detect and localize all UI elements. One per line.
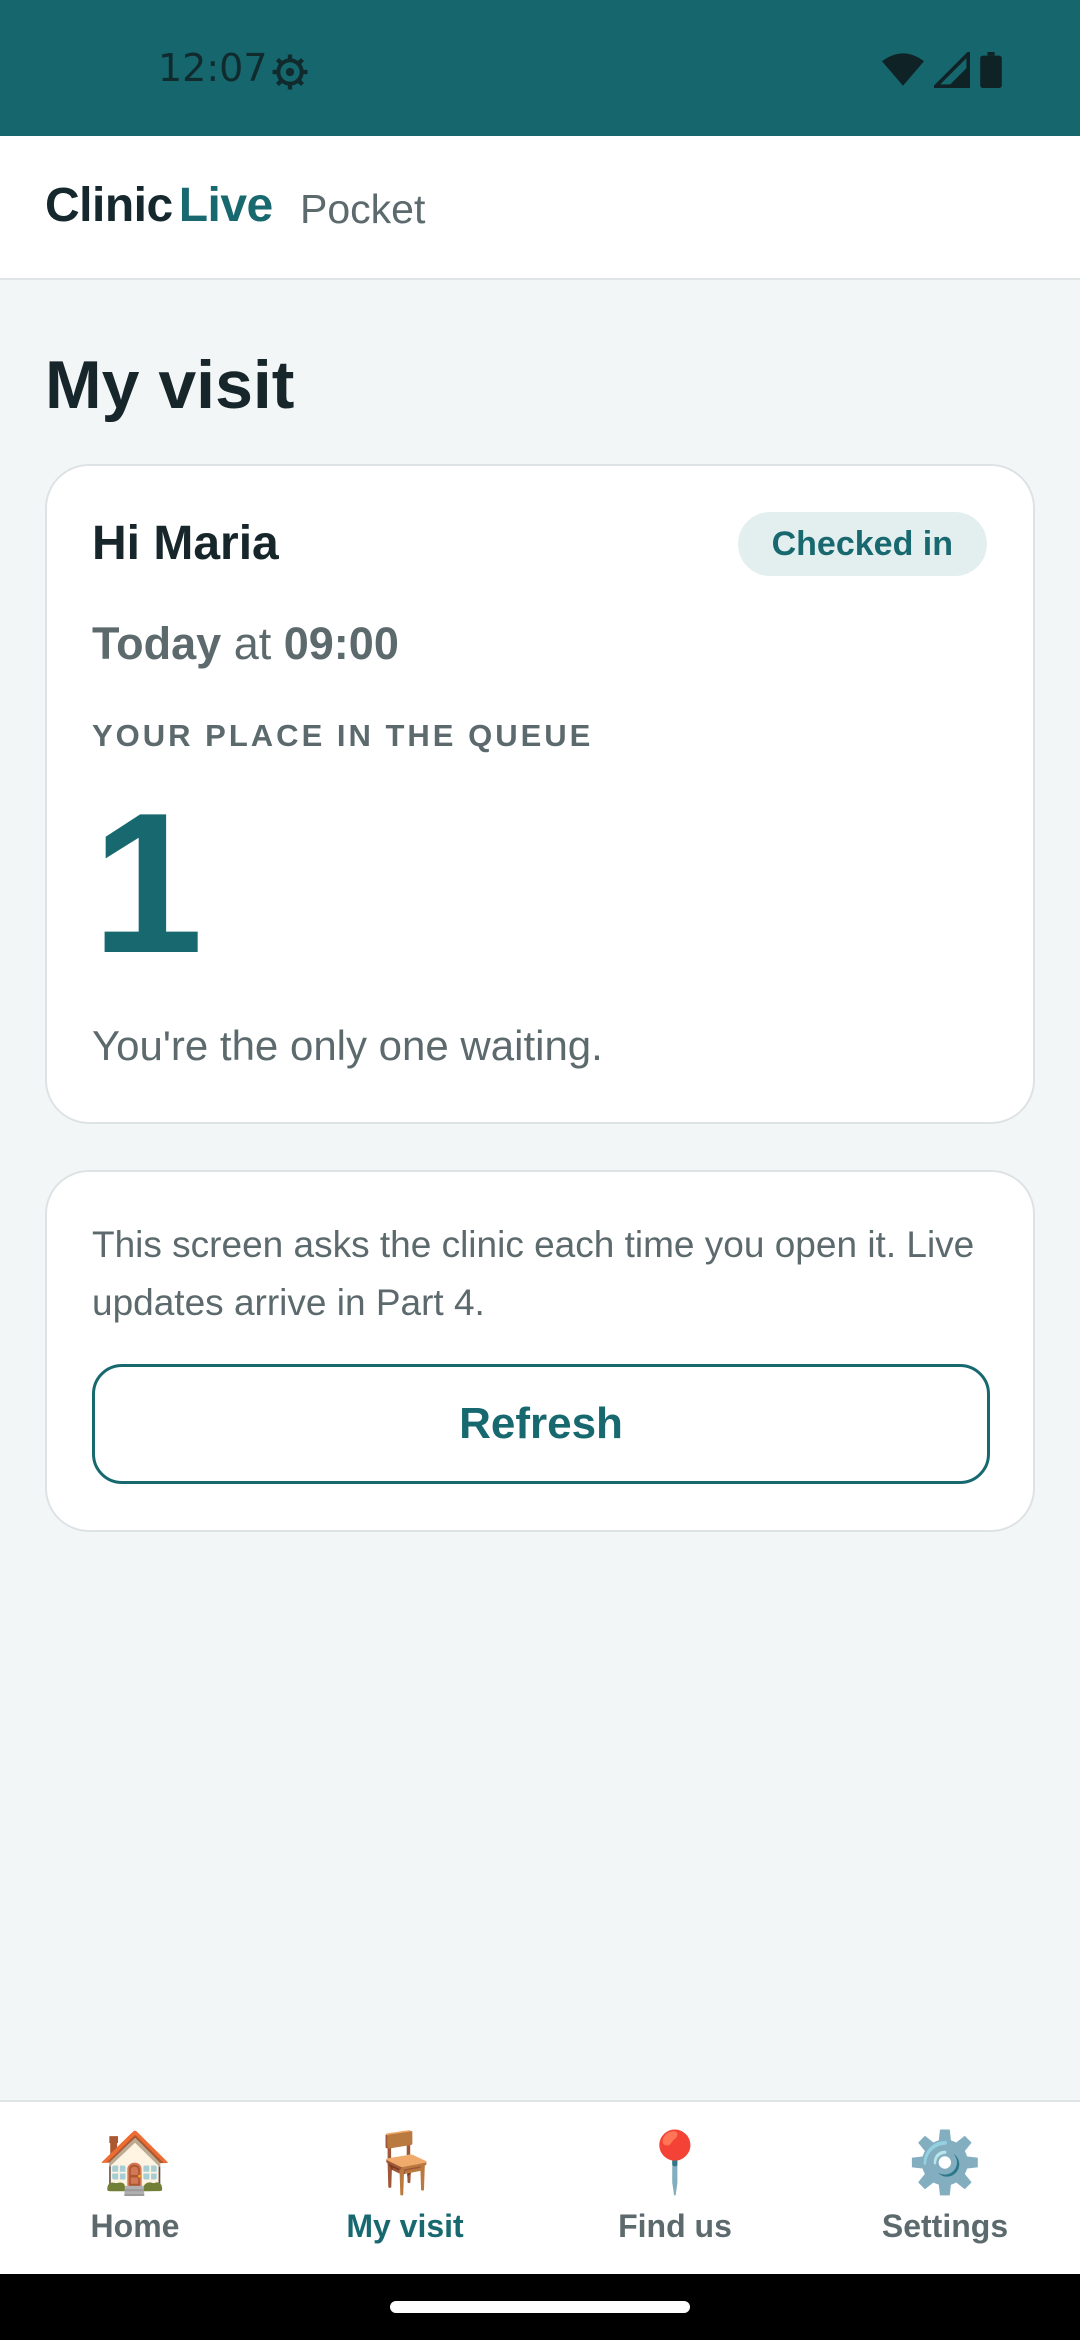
- status-badge: Checked in: [737, 512, 987, 576]
- appointment-at: at: [233, 618, 272, 669]
- refresh-button[interactable]: Refresh: [92, 1364, 990, 1484]
- queue-label: YOUR PLACE IN THE QUEUE: [92, 718, 594, 753]
- settings-gear-icon: ⚙️: [907, 2129, 983, 2196]
- info-text: This screen asks the clinic each time yo…: [92, 1224, 975, 1323]
- queue-position: 1: [92, 772, 204, 995]
- wifi-icon: [882, 53, 924, 86]
- home-gesture-handle[interactable]: [390, 2301, 690, 2313]
- nav-label-home: Home: [90, 2208, 180, 2244]
- brand-clinic: Clinic: [45, 179, 173, 232]
- app-header: Clinic Live Pocket: [0, 136, 1080, 280]
- status-time: 12:07: [158, 46, 268, 90]
- nav-label-find-us: Find us: [618, 2208, 732, 2244]
- visit-card: Hi Maria Checked in Today at 09:00 YOUR …: [45, 464, 1035, 1124]
- pin-icon: 📍: [637, 2129, 713, 2196]
- nav-item-home[interactable]: 🏠 Home: [0, 2102, 270, 2274]
- brand-live: Live: [178, 179, 274, 232]
- appointment-time: Today at 09:00: [92, 618, 399, 670]
- nav-label-my-visit: My visit: [346, 2208, 464, 2244]
- signal-icon: [934, 52, 970, 88]
- page-title: My visit: [45, 347, 295, 423]
- bottom-nav: 🏠 Home 🪑 My visit 📍 Find us ⚙️ Settings: [0, 2100, 1080, 2274]
- gear-icon: [272, 54, 308, 90]
- house-icon: 🏠: [97, 2129, 173, 2196]
- gesture-bar: [0, 2274, 1080, 2340]
- app-subtitle: Pocket: [300, 186, 426, 232]
- nav-label-settings: Settings: [881, 2208, 1009, 2244]
- appointment-day: Today: [92, 618, 222, 669]
- greeting: Hi Maria: [92, 517, 279, 570]
- chair-icon: 🪑: [367, 2129, 443, 2196]
- status-bar: 12:07: [0, 0, 1080, 136]
- queue-note: You're the only one waiting.: [92, 1022, 603, 1069]
- nav-item-my-visit[interactable]: 🪑 My visit: [270, 2102, 540, 2274]
- battery-icon: [980, 52, 1002, 88]
- nav-item-settings[interactable]: ⚙️ Settings: [810, 2102, 1080, 2274]
- nav-item-find-us[interactable]: 📍 Find us: [540, 2102, 810, 2274]
- brand-logo: Clinic Live: [45, 178, 273, 233]
- appointment-hour: 09:00: [283, 618, 399, 669]
- info-card: This screen asks the clinic each time yo…: [45, 1170, 1035, 1532]
